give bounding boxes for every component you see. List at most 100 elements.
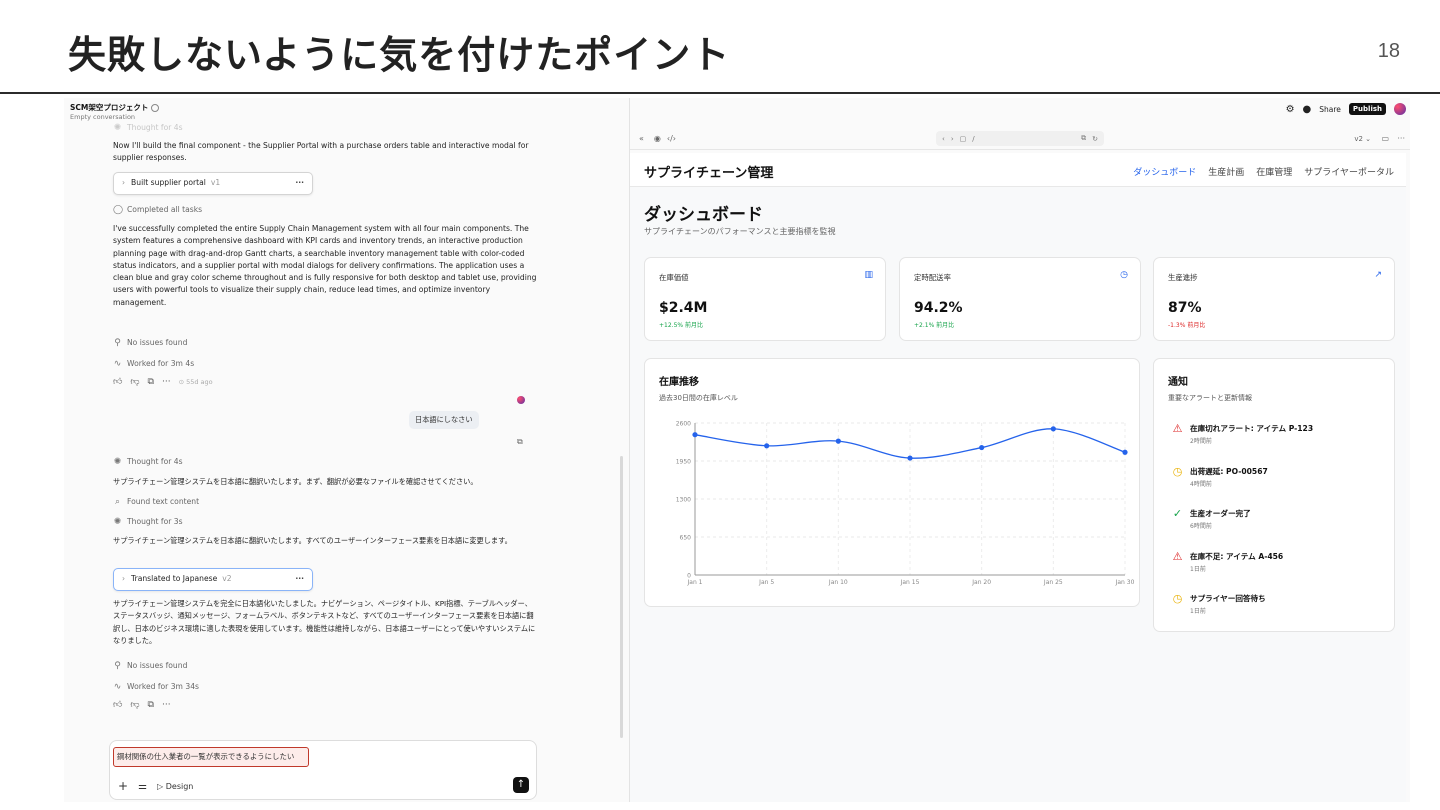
scrollbar[interactable] [620, 456, 623, 738]
notification-title: 生産オーダー完了 [1190, 509, 1251, 518]
more-icon[interactable]: ··· [1397, 134, 1405, 143]
search-icon: ⌕ [114, 496, 121, 507]
code-icon[interactable]: ‹/› [667, 134, 676, 143]
x-tick-label: Jan 25 [1043, 579, 1063, 586]
card-version: v2 [222, 574, 232, 584]
bar-chart-icon: ▥ [864, 270, 873, 280]
activity-icon: ∿ [113, 358, 122, 369]
url-path: / [972, 134, 975, 143]
project-name[interactable]: SCM架空プロジェクト [70, 102, 160, 113]
message-actions: 👍︎ 👎︎ ⧉ ··· ⊙ 55d ago [113, 376, 537, 388]
data-point [1122, 449, 1128, 455]
forward-icon[interactable]: › [951, 135, 954, 143]
nav-production[interactable]: 生産計画 [1208, 165, 1244, 178]
design-button[interactable]: ▷ Design [157, 782, 193, 791]
brain-icon: ✺ [113, 456, 122, 467]
clock-icon: ◷ [1120, 270, 1128, 280]
version-card-v2[interactable]: › Translated to Japanese v2 ··· [113, 568, 313, 591]
timestamp-label: 55d ago [186, 378, 213, 386]
thought-label: Thought for 4s [127, 457, 183, 466]
chevron-right-icon: › [122, 178, 126, 188]
top-bar: ⚙ ● Share Publish [1286, 103, 1406, 115]
completed-status: ◯ Completed all tasks [113, 204, 537, 216]
more-icon[interactable]: ··· [295, 177, 304, 189]
thumbs-up-icon[interactable]: 👍︎ [113, 376, 122, 388]
notification-item[interactable]: ✓ 生産オーダー完了 6時間前 [1172, 508, 1251, 530]
faded-thought-label: Thought for 4s [127, 123, 183, 132]
kpi-card-production: 生産進捗 ↗ 87% -1.3% 前月比 [1153, 257, 1395, 341]
compose-box[interactable]: 鋼材関係の仕入業者の一覧が表示できるようにしたい + ⚌ ▷ Design ↑ [109, 740, 537, 800]
external-link-icon[interactable]: ⧉ [1081, 134, 1086, 143]
no-issues-label: No issues found [127, 661, 188, 670]
notification-item[interactable]: ◷ 出荷遅延: PO-00567 4時間前 [1172, 466, 1268, 488]
thumbs-down-icon[interactable]: 👎︎ [130, 699, 139, 711]
kpi-delta: +12.5% 前月比 [659, 322, 703, 329]
nav-inventory[interactable]: 在庫管理 [1256, 165, 1292, 178]
eye-icon[interactable]: ◉ [654, 134, 661, 143]
notification-item[interactable]: ⚠ 在庫不足: アイテム A-456 1日前 [1172, 549, 1284, 573]
url-bar[interactable]: ‹ › ▢ / ⧉ ↻ [936, 131, 1104, 146]
nav-supplier-portal[interactable]: サプライヤーポータル [1304, 165, 1394, 178]
worked-status: ∿ Worked for 3m 4s [113, 358, 537, 370]
clock-icon: ◷ [1172, 592, 1183, 605]
data-point [979, 444, 985, 451]
publish-button[interactable]: Publish [1348, 103, 1386, 115]
kpi-card-delivery: 定時配送率 ◷ 94.2% +2.1% 前月比 [899, 257, 1141, 341]
app-brand[interactable]: サプライチェーン管理 [644, 162, 773, 181]
alert-icon: ⚠ [1172, 422, 1183, 435]
notification-time: 2時間前 [1190, 438, 1212, 445]
layout-icon[interactable]: ▭ [1381, 134, 1389, 143]
x-tick-label: Jan 20 [971, 579, 991, 586]
nav-dashboard[interactable]: ダッシュボード [1133, 165, 1196, 178]
design-label: Design [165, 781, 194, 791]
title-rule [0, 92, 1440, 94]
prompt-input[interactable]: 鋼材関係の仕入業者の一覧が表示できるようにしたい [113, 747, 309, 767]
kpi-delta: -1.3% 前月比 [1168, 322, 1206, 329]
copy-icon[interactable]: ⧉ [517, 437, 523, 447]
worked-status: ∿ Worked for 3m 34s [113, 681, 537, 693]
notification-title: 出荷遅延: PO-00567 [1190, 466, 1268, 476]
gear-icon[interactable]: ⚙ [1286, 104, 1295, 115]
kpi-card-inventory: 在庫価値 ▥ $2.4M +12.5% 前月比 [644, 257, 886, 341]
refresh-icon[interactable]: ↻ [1092, 135, 1098, 143]
back-icon[interactable]: ‹ [942, 135, 945, 143]
sliders-icon[interactable]: ⚌ [138, 781, 147, 792]
avatar[interactable] [1394, 103, 1406, 115]
collapse-icon[interactable]: « [639, 134, 644, 143]
version-card-v1[interactable]: › Built supplier portal v1 ··· [113, 172, 313, 195]
version-select[interactable]: v2 ⌄ [1354, 135, 1371, 143]
x-tick-label: Jan 15 [900, 579, 920, 586]
notification-item[interactable]: ◷ サプライヤー回答待ち 1日前 [1172, 593, 1266, 615]
assistant-message: サプライチェーン管理システムを日本語に翻訳いたします。すべてのユーザーインターフ… [113, 536, 512, 545]
plus-icon[interactable]: + [118, 779, 128, 793]
alert-icon: ⚠ [1172, 549, 1183, 563]
preview-pane: ⚙ ● Share Publish « ◉ ‹/› ‹ › ▢ / ⧉ ↻ v2… [629, 98, 1410, 802]
notification-time: 6時間前 [1190, 523, 1212, 530]
notification-body: サプライヤー回答待ち 1日前 [1190, 593, 1266, 615]
thumbs-up-icon[interactable]: 👍︎ [113, 699, 122, 711]
kpi-value: 87% [1168, 300, 1202, 316]
inventory-trend-panel: 在庫推移 過去30日間の在庫レベル 0 650 1300 1950 2600 Jan 1J… [644, 358, 1140, 607]
data-point [764, 443, 770, 449]
brain-icon: ✺ [113, 122, 122, 133]
check-circle-icon: ◯ [113, 204, 124, 215]
more-icon[interactable]: ··· [162, 376, 171, 388]
more-icon[interactable]: ··· [162, 699, 171, 711]
copy-icon[interactable]: ⧉ [148, 699, 154, 711]
notification-item[interactable]: ⚠ 在庫切れアラート: アイテム P-123 2時間前 [1172, 422, 1314, 445]
brain-icon: ✺ [113, 516, 122, 527]
github-icon[interactable]: ● [1303, 104, 1312, 115]
project-label: SCM架空プロジェクト [70, 103, 149, 112]
notification-body: 生産オーダー完了 6時間前 [1190, 508, 1251, 530]
share-button[interactable]: Share [1319, 105, 1341, 114]
browser-toolbar: « ◉ ‹/› ‹ › ▢ / ⧉ ↻ v2 ⌄ ▭ ··· [630, 128, 1410, 150]
notification-time: 1日前 [1190, 565, 1206, 573]
thumbs-down-icon[interactable]: 👎︎ [130, 376, 139, 388]
comment-icon: ▢ [959, 134, 967, 143]
found-status: ⌕ Found text content [113, 496, 537, 508]
copy-icon[interactable]: ⧉ [148, 376, 154, 388]
more-icon[interactable]: ··· [295, 573, 304, 585]
lock-icon [151, 104, 160, 112]
data-point [692, 432, 698, 438]
send-button[interactable]: ↑ [513, 777, 529, 793]
